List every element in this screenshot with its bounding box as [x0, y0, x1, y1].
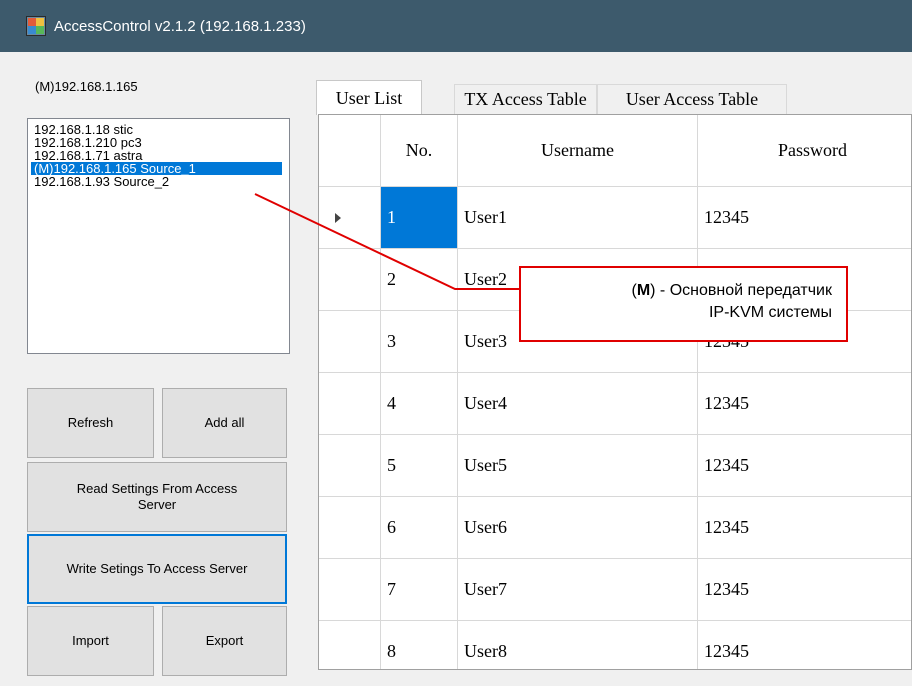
row-header[interactable]: [319, 435, 381, 497]
cell-password[interactable]: 12345: [698, 187, 911, 249]
annotation-line-1: (M) - Основной передатчик: [631, 282, 833, 299]
cell-password[interactable]: 12345: [698, 497, 911, 559]
row-header[interactable]: [319, 187, 381, 249]
cell-no[interactable]: 6: [381, 497, 458, 559]
window-title: AccessControl v2.1.2 (192.168.1.233): [54, 17, 306, 35]
cell-password[interactable]: 12345: [698, 559, 911, 621]
tab-tx-access-table[interactable]: TX Access Table: [454, 84, 597, 114]
device-list[interactable]: 192.168.1.18 stic 192.168.1.210 pc3 192.…: [27, 118, 290, 354]
read-settings-button[interactable]: Read Settings From Access Server: [27, 462, 287, 532]
annotation-marker: M: [636, 282, 651, 299]
row-header[interactable]: [319, 311, 381, 373]
column-header-username[interactable]: Username: [458, 115, 698, 187]
user-grid: No. Username Password 1 User1 12345 2 Us…: [318, 114, 912, 670]
app-icon: [26, 16, 46, 36]
cell-no[interactable]: 8: [381, 621, 458, 669]
cell-username[interactable]: User4: [458, 373, 698, 435]
cell-username[interactable]: User1: [458, 187, 698, 249]
cell-password[interactable]: 12345: [698, 621, 911, 669]
export-button[interactable]: Export: [162, 606, 287, 676]
row-header[interactable]: [319, 497, 381, 559]
annotation-line-1-text: - Основной передатчик: [655, 282, 832, 299]
write-settings-button[interactable]: Write Setings To Access Server: [27, 534, 287, 604]
tab-user-list[interactable]: User List: [316, 80, 422, 115]
device-item[interactable]: 192.168.1.93 Source_2: [31, 175, 289, 188]
cell-username[interactable]: User7: [458, 559, 698, 621]
column-header-no[interactable]: No.: [381, 115, 458, 187]
add-all-button[interactable]: Add all: [162, 388, 287, 458]
row-header[interactable]: [319, 249, 381, 311]
title-bar: AccessControl v2.1.2 (192.168.1.233): [0, 0, 912, 52]
cell-username[interactable]: User5: [458, 435, 698, 497]
row-header[interactable]: [319, 559, 381, 621]
cell-no[interactable]: 1: [381, 187, 458, 249]
annotation-callout: (M) - Основной передатчик IP-KVM системы: [519, 266, 848, 342]
row-header-corner: [319, 115, 381, 187]
annotation-line-2: IP-KVM системы: [708, 304, 832, 321]
row-header[interactable]: [319, 373, 381, 435]
cell-no[interactable]: 7: [381, 559, 458, 621]
cell-password[interactable]: 12345: [698, 373, 911, 435]
column-header-password[interactable]: Password: [698, 115, 911, 187]
import-button[interactable]: Import: [27, 606, 154, 676]
cell-no[interactable]: 3: [381, 311, 458, 373]
cell-password[interactable]: 12345: [698, 435, 911, 497]
current-row-arrow-icon: [335, 212, 341, 223]
tab-user-access-table[interactable]: User Access Table: [597, 84, 787, 114]
cell-no[interactable]: 5: [381, 435, 458, 497]
master-label: (M)192.168.1.165: [35, 79, 138, 94]
cell-no[interactable]: 2: [381, 249, 458, 311]
cell-no[interactable]: 4: [381, 373, 458, 435]
row-header[interactable]: [319, 621, 381, 669]
cell-username[interactable]: User8: [458, 621, 698, 669]
refresh-button[interactable]: Refresh: [27, 388, 154, 458]
cell-username[interactable]: User6: [458, 497, 698, 559]
